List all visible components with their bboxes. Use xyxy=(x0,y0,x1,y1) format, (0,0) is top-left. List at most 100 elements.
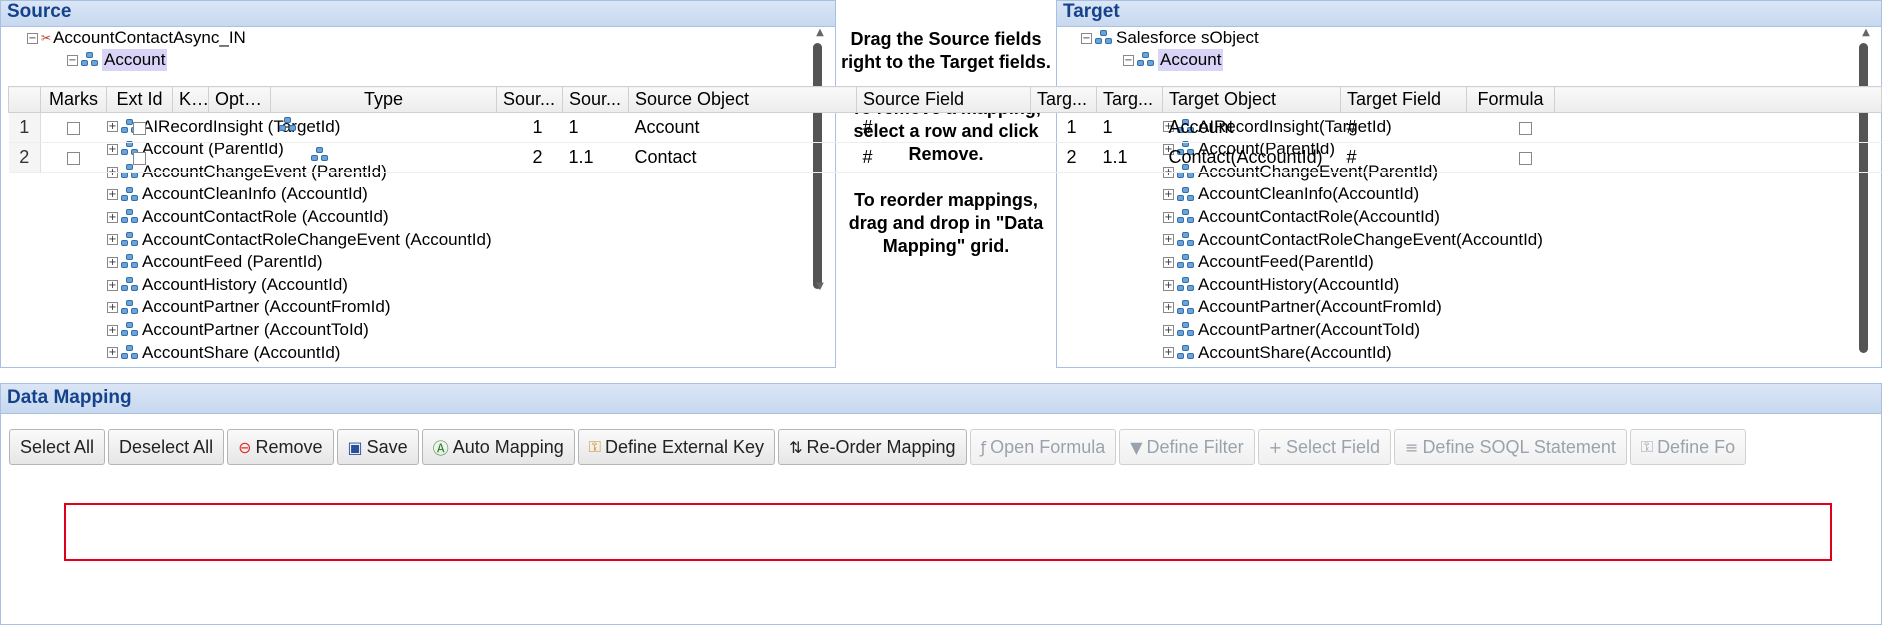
target-scrollbar[interactable]: ▲ xyxy=(1851,27,1881,367)
open-formula-button[interactable]: ƒ Open Formula xyxy=(969,429,1117,465)
object-icon xyxy=(1177,231,1195,248)
define-filter-button[interactable]: ▼ Define Filter xyxy=(1119,429,1255,465)
expand-icon[interactable]: + xyxy=(1163,189,1174,201)
source-tree[interactable]: − ✂ AccountContactAsync_IN − Account + AI… xyxy=(1,27,805,367)
expand-icon[interactable]: + xyxy=(107,324,118,336)
expand-icon[interactable]: + xyxy=(1163,234,1174,246)
marks-checkbox[interactable] xyxy=(67,151,81,165)
define-fo-button[interactable]: ⚿ Define Fo xyxy=(1629,429,1747,465)
object-icon xyxy=(121,231,139,248)
col-type[interactable]: Type xyxy=(270,86,497,113)
tree-item[interactable]: + AccountCleanInfo (AccountId) xyxy=(107,183,492,206)
expand-icon[interactable]: + xyxy=(1163,256,1174,268)
formula-checkbox[interactable] xyxy=(1519,121,1532,135)
source-scrollbar[interactable]: ▲ ▼ xyxy=(805,27,835,367)
source-object-label: Account xyxy=(102,49,168,71)
expand-icon[interactable]: + xyxy=(107,211,118,223)
row-number: 2 xyxy=(8,142,41,173)
expand-icon[interactable]: + xyxy=(107,234,118,246)
collapse-icon[interactable]: − xyxy=(27,32,38,44)
collapse-icon[interactable]: − xyxy=(1123,54,1134,66)
scroll-down-icon[interactable]: ▼ xyxy=(809,281,831,292)
tree-item[interactable]: + AccountShare (AccountId) xyxy=(107,342,492,365)
collapse-icon[interactable]: − xyxy=(67,54,78,66)
col-target-2[interactable]: Targ... xyxy=(1096,86,1163,113)
expand-icon[interactable]: + xyxy=(1163,302,1174,314)
table-row[interactable]: 2 2 1.1 Contact # 2 1.1 Contact(AccountI… xyxy=(8,142,1882,173)
expand-icon[interactable]: + xyxy=(107,302,118,314)
remove-label: Remove xyxy=(255,436,323,457)
tree-item[interactable]: + AccountCleanInfo(AccountId) xyxy=(1163,183,1543,206)
tree-item[interactable]: + AccountContactRoleChangeEvent (AccountI… xyxy=(107,229,492,252)
target-tree-object[interactable]: − Account xyxy=(1123,49,1224,71)
expand-icon[interactable]: + xyxy=(1163,324,1174,336)
key-icon: ⚿ xyxy=(588,437,601,456)
tree-item[interactable]: + AccountContactRole(AccountId) xyxy=(1163,206,1543,229)
tree-item[interactable]: + AccountFeed (ParentId) xyxy=(107,251,492,274)
tree-item-label: ActivityHistory (AccountId) xyxy=(142,364,340,367)
data-mapping-grid[interactable]: Marks Ext Id K... Option Type Sour... So… xyxy=(8,86,1882,173)
tree-item[interactable]: + AccountHistory (AccountId) xyxy=(107,274,492,297)
col-option[interactable]: Option xyxy=(208,86,271,113)
reorder-mapping-button[interactable]: ⇅ Re-Order Mapping xyxy=(778,429,967,465)
col-k[interactable]: K... xyxy=(172,86,209,113)
expand-icon[interactable]: + xyxy=(107,256,118,268)
col-source-1[interactable]: Sour... xyxy=(496,86,563,113)
col-target-object[interactable]: Target Object xyxy=(1162,86,1341,113)
tree-item[interactable]: +ActivityHistory (AccountId) xyxy=(107,364,492,367)
tree-item[interactable]: + AccountShare(AccountId) xyxy=(1163,342,1543,365)
tree-item[interactable]: + AccountPartner (AccountFromId) xyxy=(107,296,492,319)
tree-item-label: AccountPartner(AccountFromId) xyxy=(1198,297,1442,317)
define-soql-button[interactable]: ≡ Define SOQL Statement xyxy=(1394,429,1627,465)
col-source-object[interactable]: Source Object xyxy=(628,86,857,113)
save-button[interactable]: ▣ Save xyxy=(336,429,419,465)
auto-mapping-button[interactable]: Ⓐ Auto Mapping xyxy=(421,429,575,465)
col-marks[interactable]: Marks xyxy=(40,86,107,113)
define-filter-label: Define Filter xyxy=(1146,436,1244,457)
source-index: 1 xyxy=(562,112,629,143)
col-target-1[interactable]: Targ... xyxy=(1030,86,1097,113)
col-ext-id[interactable]: Ext Id xyxy=(106,86,173,113)
expand-icon[interactable]: + xyxy=(107,279,118,291)
expand-icon[interactable]: + xyxy=(107,189,118,201)
marks-checkbox[interactable] xyxy=(67,121,81,135)
ext-id-checkbox[interactable] xyxy=(133,151,146,165)
tree-item[interactable]: + AccountFeed(ParentId) xyxy=(1163,251,1543,274)
source-tree-root[interactable]: − ✂ AccountContactAsync_IN xyxy=(27,27,246,49)
object-icon xyxy=(1137,52,1155,68)
tree-item[interactable]: + AccountContactRoleChangeEvent(AccountId… xyxy=(1163,229,1543,252)
expand-icon[interactable]: + xyxy=(1163,279,1174,291)
target-tree-root[interactable]: − Salesforce sObject xyxy=(1081,27,1259,49)
table-row[interactable]: 1 1 1 Account # 1 1 Account # xyxy=(8,112,1882,143)
select-field-button[interactable]: + Select Field xyxy=(1257,429,1392,465)
deselect-all-button[interactable]: Deselect All xyxy=(108,429,225,465)
target-tree[interactable]: − Salesforce sObject − Account +AIInsigh… xyxy=(1057,27,1851,367)
col-source-field[interactable]: Source Field xyxy=(856,86,1031,113)
tree-item[interactable]: + AccountContactRole (AccountId) xyxy=(107,206,492,229)
source-level: 2 xyxy=(496,142,563,173)
tree-item[interactable]: + AccountPartner (AccountToId) xyxy=(107,319,492,342)
tree-item-label: AccountShare(AccountId) xyxy=(1198,342,1392,362)
scroll-up-icon[interactable]: ▲ xyxy=(809,27,831,38)
tree-item[interactable]: + AccountPartner(AccountFromId) xyxy=(1163,296,1543,319)
target-field-cell: # xyxy=(1340,142,1467,173)
tree-item-label: AccountShare (AccountId) xyxy=(142,342,341,362)
tree-item[interactable]: +ActivityHistory(AccountId) xyxy=(1163,364,1543,367)
tree-item[interactable]: + AccountHistory(AccountId) xyxy=(1163,274,1543,297)
collapse-icon[interactable]: − xyxy=(1081,32,1092,44)
define-external-key-button[interactable]: ⚿ Define External Key xyxy=(577,429,776,465)
formula-checkbox[interactable] xyxy=(1519,151,1532,165)
expand-icon[interactable]: + xyxy=(1163,347,1174,359)
expand-icon[interactable]: + xyxy=(107,347,118,359)
col-source-2[interactable]: Sour... xyxy=(562,86,629,113)
remove-button[interactable]: ⊖ Remove xyxy=(227,429,334,465)
expand-icon[interactable]: + xyxy=(1163,211,1174,223)
database-icon: ≡ xyxy=(1405,437,1419,457)
col-target-field[interactable]: Target Field xyxy=(1340,86,1467,113)
source-tree-object[interactable]: − Account xyxy=(67,49,168,71)
ext-id-checkbox[interactable] xyxy=(133,121,146,135)
select-all-button[interactable]: Select All xyxy=(9,429,106,465)
scroll-up-icon[interactable]: ▲ xyxy=(1855,27,1877,38)
tree-item[interactable]: + AccountPartner(AccountToId) xyxy=(1163,319,1543,342)
col-formula[interactable]: Formula xyxy=(1466,86,1555,113)
